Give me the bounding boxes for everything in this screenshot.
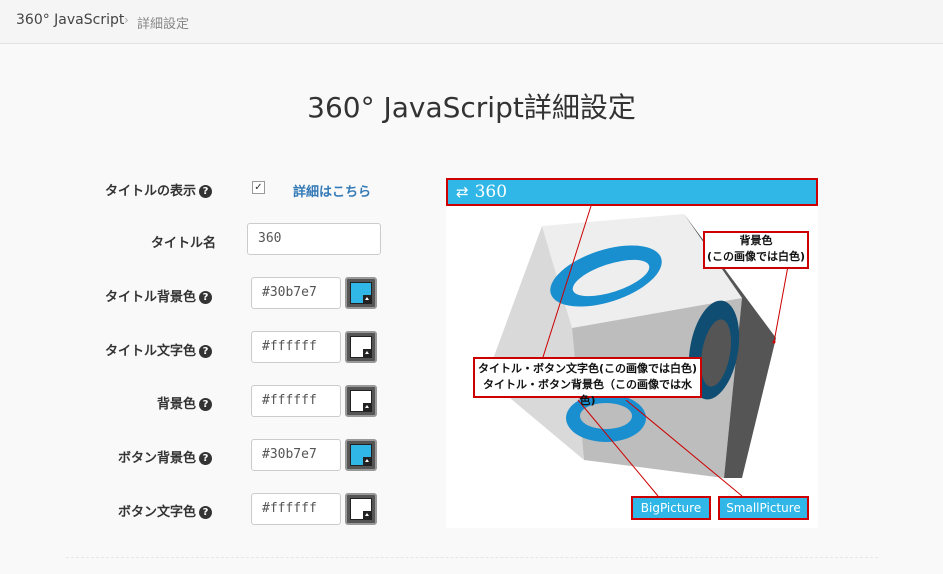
button-text-color-input[interactable]: #ffffff <box>251 493 341 525</box>
annotation-button-colors: タイトル・ボタン文字色(この画像では白色) タイトル・ボタン背景色（この画像では… <box>473 357 702 407</box>
label-text: タイトルの表示 <box>104 184 196 199</box>
title-bg-color-picker[interactable] <box>345 277 377 309</box>
label-title-name: タイトル名 <box>150 236 216 251</box>
divider <box>66 557 878 558</box>
label-button-text: ボタン文字色? <box>12 501 212 520</box>
color-swatch <box>350 390 372 412</box>
retweet-icon: ⇄ <box>456 183 469 201</box>
bg-color-picker[interactable] <box>345 385 377 417</box>
show-title-checkbox[interactable]: ✓ <box>252 181 265 194</box>
label-title-text-color: タイトル文字色? <box>12 340 212 359</box>
preview-title-bar: ⇄ 360 <box>446 178 818 206</box>
color-swatch <box>350 336 372 358</box>
picker-arrow-icon <box>363 295 371 303</box>
color-swatch <box>350 282 372 304</box>
title-text-color-input[interactable]: #ffffff <box>251 331 341 363</box>
help-icon[interactable]: ? <box>199 452 212 465</box>
big-picture-button[interactable]: BigPicture <box>631 496 711 520</box>
page-title: 360° JavaScript詳細設定 <box>307 91 636 124</box>
label-title-bg: タイトル背景色? <box>12 286 212 305</box>
help-icon[interactable]: ? <box>199 185 212 198</box>
preview-title: 360 <box>474 182 508 202</box>
picker-arrow-icon <box>363 403 371 411</box>
help-icon[interactable]: ? <box>199 398 212 411</box>
button-bg-color-input[interactable]: #30b7e7 <box>251 439 341 471</box>
picker-arrow-icon <box>363 349 371 357</box>
label-text: 背景色 <box>156 397 196 412</box>
annotation-line: 背景色 <box>739 234 773 247</box>
help-icon[interactable]: ? <box>199 291 212 304</box>
color-swatch <box>350 444 372 466</box>
label-button-bg: ボタン背景色? <box>12 447 212 466</box>
annotation-line: (この画像では白色) <box>706 250 806 263</box>
label-bg-color: 背景色? <box>12 393 212 412</box>
title-text-color-picker[interactable] <box>345 331 377 363</box>
picker-arrow-icon <box>363 457 371 465</box>
button-text-color-picker[interactable] <box>345 493 377 525</box>
label-text: ボタン背景色 <box>117 451 196 466</box>
button-bg-color-picker[interactable] <box>345 439 377 471</box>
annotation-bg-color: 背景色 (この画像では白色) <box>703 231 809 269</box>
small-picture-button[interactable]: SmallPicture <box>718 496 809 520</box>
label-text: タイトル背景色 <box>104 290 196 305</box>
breadcrumb-home[interactable]: 360° JavaScript <box>16 12 124 28</box>
breadcrumb-separator-icon: › <box>124 13 129 27</box>
title-bg-color-input[interactable]: #30b7e7 <box>251 277 341 309</box>
label-text: ボタン文字色 <box>117 505 196 520</box>
annotation-line: タイトル・ボタン背景色（この画像では水色) <box>483 378 692 407</box>
details-link[interactable]: 詳細はこちら <box>293 181 371 200</box>
color-swatch <box>350 498 372 520</box>
annotation-line: タイトル・ボタン文字色(この画像では白色) <box>477 362 698 375</box>
label-show-title: タイトルの表示? <box>12 180 212 199</box>
bg-color-input[interactable]: #ffffff <box>251 385 341 417</box>
breadcrumb-bar: 360° JavaScript › 詳細設定 <box>0 0 943 44</box>
picker-arrow-icon <box>363 511 371 519</box>
help-icon[interactable]: ? <box>199 345 212 358</box>
help-icon[interactable]: ? <box>199 506 212 519</box>
breadcrumb-current: 詳細設定 <box>137 17 190 32</box>
title-name-input[interactable]: 360 <box>247 223 381 255</box>
label-text: タイトル文字色 <box>104 344 196 359</box>
